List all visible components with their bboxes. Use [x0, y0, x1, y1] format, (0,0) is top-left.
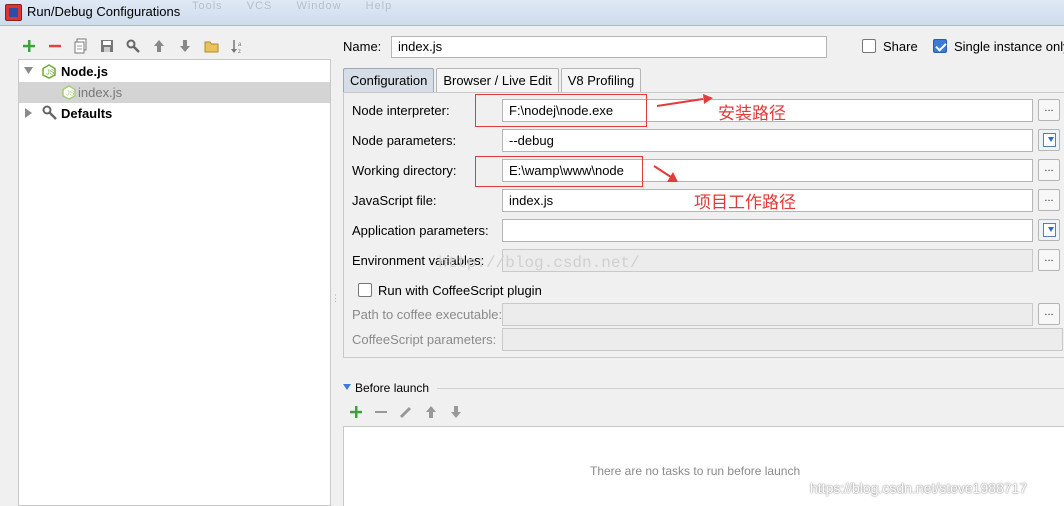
single-instance-checkbox[interactable] [933, 39, 947, 53]
coffeescript-checkbox[interactable] [358, 283, 372, 297]
coffee-path-browse-button[interactable]: ... [1038, 303, 1060, 325]
share-checkbox[interactable] [862, 39, 876, 53]
tab-browser-live-edit[interactable]: Browser / Live Edit [436, 68, 559, 92]
arrow-icon [656, 94, 713, 107]
collapse-arrow-icon[interactable] [343, 384, 351, 391]
edit-icon[interactable] [395, 402, 417, 422]
tree-item-indexjs[interactable]: JS index.js [19, 82, 330, 103]
insert-icon [1043, 223, 1056, 237]
application-parameters-label: Application parameters: [352, 223, 489, 238]
tree-item-label: Node.js [61, 64, 108, 79]
highlight-box [475, 156, 643, 187]
coffeescript-checkbox-label: Run with CoffeeScript plugin [378, 283, 542, 298]
svg-text:z: z [238, 49, 241, 54]
name-field[interactable]: index.js [391, 36, 827, 58]
background-menu: Tools VCS Window Help [192, 0, 412, 12]
collapsed-arrow-icon[interactable] [25, 108, 33, 118]
application-parameters-field[interactable] [502, 219, 1033, 242]
add-icon[interactable] [345, 402, 367, 422]
nodejs-icon: JS [62, 85, 76, 100]
coffee-params-field [502, 328, 1063, 351]
config-tabs: Configuration Browser / Live Edit V8 Pro… [343, 68, 642, 92]
ghost-menu-item: VCS [246, 0, 273, 12]
config-toolbar: az [18, 35, 248, 57]
left-pane: az JS Node.js JS index.js Defaults [0, 27, 336, 506]
svg-text:JS: JS [66, 91, 75, 98]
node-interpreter-label: Node interpreter: [352, 103, 450, 118]
node-parameters-expand-button[interactable] [1038, 129, 1060, 151]
javascript-file-browse-button[interactable]: ... [1038, 189, 1060, 211]
empty-tasks-text: There are no tasks to run before launch [590, 464, 801, 478]
add-icon[interactable] [18, 35, 40, 57]
coffee-path-label: Path to coffee executable: [352, 307, 503, 322]
remove-icon[interactable] [44, 35, 66, 57]
config-tree: JS Node.js JS index.js Defaults [18, 59, 331, 506]
tab-configuration[interactable]: Configuration [343, 68, 435, 92]
folder-icon[interactable] [200, 35, 222, 57]
arrow-icon [653, 165, 678, 182]
copy-icon[interactable] [70, 35, 92, 57]
expanded-arrow-icon[interactable] [24, 67, 33, 75]
move-down-icon[interactable] [445, 402, 467, 422]
move-up-icon[interactable] [148, 35, 170, 57]
footer-watermark: https://blog.csdn.net/steve1988717 [810, 480, 1028, 496]
ghost-menu-item: Help [365, 0, 393, 12]
install-path-annotation: 安装路径 [718, 104, 786, 124]
javascript-file-label: JavaScript file: [352, 193, 437, 208]
node-interpreter-browse-button[interactable]: ... [1038, 99, 1060, 121]
save-icon[interactable] [96, 35, 118, 57]
tree-item-label: index.js [78, 85, 123, 100]
move-down-icon[interactable] [174, 35, 196, 57]
wrench-icon[interactable] [122, 35, 144, 57]
ghost-menu-item: Tools [192, 0, 223, 12]
project-path-annotation: 项目工作路径 [694, 193, 796, 213]
share-label: Share [883, 39, 918, 54]
svg-text:a: a [238, 42, 242, 48]
watermark-text: http://blog.csdn.net/ [438, 254, 640, 272]
remove-icon[interactable] [370, 402, 392, 422]
insert-icon [1043, 133, 1056, 147]
tree-item-nodejs[interactable]: JS Node.js [19, 61, 330, 82]
application-parameters-expand-button[interactable] [1038, 219, 1060, 241]
separator [437, 388, 1064, 389]
name-label: Name: [343, 39, 382, 54]
svg-text:JS: JS [46, 70, 55, 77]
node-parameters-field[interactable]: --debug [502, 129, 1033, 152]
coffee-params-label: CoffeeScript parameters: [352, 332, 497, 347]
working-directory-browse-button[interactable]: ... [1038, 159, 1060, 181]
nodejs-icon: JS [42, 64, 56, 79]
window-title: Run/Debug Configurations [27, 4, 181, 19]
tree-item-label: Defaults [61, 106, 113, 121]
coffee-path-field [502, 303, 1033, 326]
highlight-box [475, 94, 647, 127]
before-launch-toolbar [345, 402, 467, 422]
tab-v8-profiling[interactable]: V8 Profiling [560, 68, 642, 92]
ghost-menu-item: Window [296, 0, 342, 12]
move-up-icon[interactable] [420, 402, 442, 422]
title-bar: Run/Debug Configurations Tools VCS Windo… [0, 0, 1064, 26]
wrench-icon [42, 105, 57, 120]
before-launch-label[interactable]: Before launch [355, 381, 429, 395]
sort-icon[interactable]: az [226, 35, 248, 57]
node-parameters-label: Node parameters: [352, 133, 457, 148]
single-instance-label: Single instance only [954, 39, 1064, 54]
environment-variables-browse-button[interactable]: ... [1038, 249, 1060, 271]
pane-splitter[interactable]: ⋮ [331, 294, 340, 310]
working-directory-label: Working directory: [352, 163, 457, 178]
tree-item-defaults[interactable]: Defaults [19, 103, 330, 124]
app-icon [5, 4, 22, 21]
